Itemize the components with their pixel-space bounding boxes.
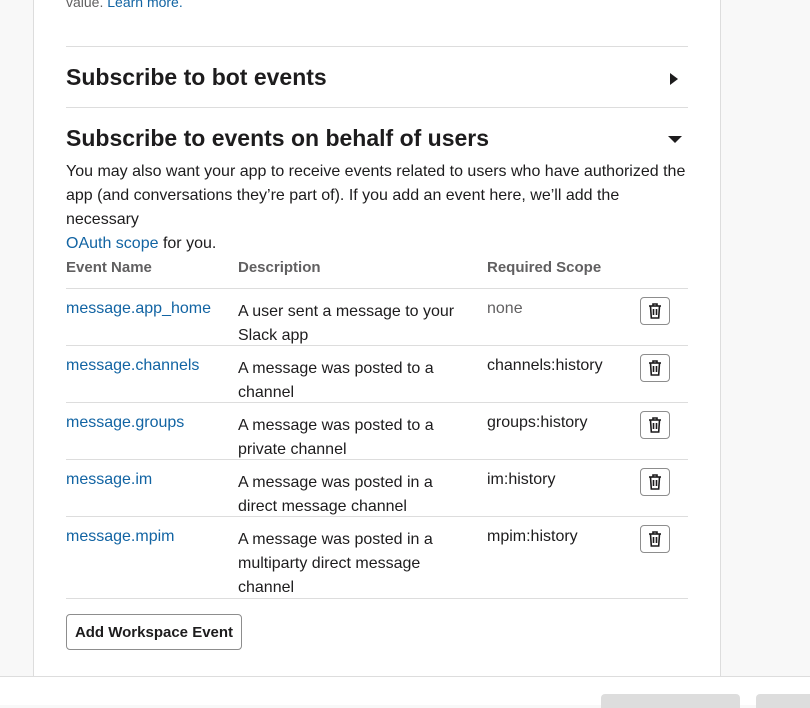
event-name-link[interactable]: message.groups	[66, 414, 184, 432]
event-scope: groups:history	[487, 414, 588, 431]
trash-icon	[649, 360, 661, 376]
delete-event-button[interactable]	[640, 525, 670, 553]
trash-icon	[649, 303, 661, 319]
event-description: A message was posted in a direct message…	[238, 474, 433, 515]
table-row: message.app_home A user sent a message t…	[66, 288, 688, 346]
learn-more-prefix: value.	[66, 0, 104, 10]
table-row: message.groups A message was posted to a…	[66, 402, 688, 460]
table-row: message.channels A message was posted to…	[66, 345, 688, 403]
event-description: A user sent a message to your Slack app	[238, 303, 455, 344]
column-header-description: Description	[238, 259, 321, 276]
user-events-title[interactable]: Subscribe to events on behalf of users	[66, 125, 489, 152]
delete-event-button[interactable]	[640, 411, 670, 439]
user-events-description: You may also want your app to receive ev…	[66, 160, 690, 256]
bot-events-title[interactable]: Subscribe to bot events	[66, 64, 327, 91]
description-end: for you.	[162, 235, 217, 252]
footer-bar	[0, 676, 810, 708]
divider	[66, 107, 688, 108]
column-header-name: Event Name	[66, 259, 152, 276]
trash-icon	[649, 474, 661, 490]
event-description: A message was posted in a multiparty dir…	[238, 531, 433, 596]
table-row: message.mpim A message was posted in a m…	[66, 516, 688, 599]
delete-event-button[interactable]	[640, 468, 670, 496]
divider	[66, 46, 688, 47]
table-row: message.im A message was posted in a dir…	[66, 459, 688, 517]
event-name-link[interactable]: message.mpim	[66, 528, 174, 546]
event-name-link[interactable]: message.app_home	[66, 300, 211, 318]
event-description: A message was posted to a private channe…	[238, 417, 434, 458]
column-header-scope: Required Scope	[487, 259, 602, 276]
learn-more-text: value. Learn more.	[66, 0, 183, 10]
delete-event-button[interactable]	[640, 297, 670, 325]
oauth-scope-link[interactable]: OAuth scope	[66, 235, 159, 252]
trash-icon	[649, 417, 661, 433]
event-description: A message was posted to a channel	[238, 360, 434, 401]
learn-more-link[interactable]: Learn more.	[107, 0, 182, 10]
event-name-link[interactable]: message.channels	[66, 357, 199, 375]
add-workspace-event-button[interactable]: Add Workspace Event	[66, 614, 242, 650]
event-scope: none	[487, 300, 523, 317]
triangle-right-icon[interactable]	[667, 71, 683, 87]
event-name-link[interactable]: message.im	[66, 471, 152, 489]
triangle-down-icon[interactable]	[667, 132, 683, 148]
event-scope: channels:history	[487, 357, 603, 374]
description-text: You may also want your app to receive ev…	[66, 163, 686, 228]
delete-event-button[interactable]	[640, 354, 670, 382]
event-scope: mpim:history	[487, 528, 578, 545]
footer-secondary-button[interactable]	[756, 694, 810, 708]
trash-icon	[649, 531, 661, 547]
footer-primary-button[interactable]	[601, 694, 740, 708]
event-scope: im:history	[487, 471, 556, 488]
